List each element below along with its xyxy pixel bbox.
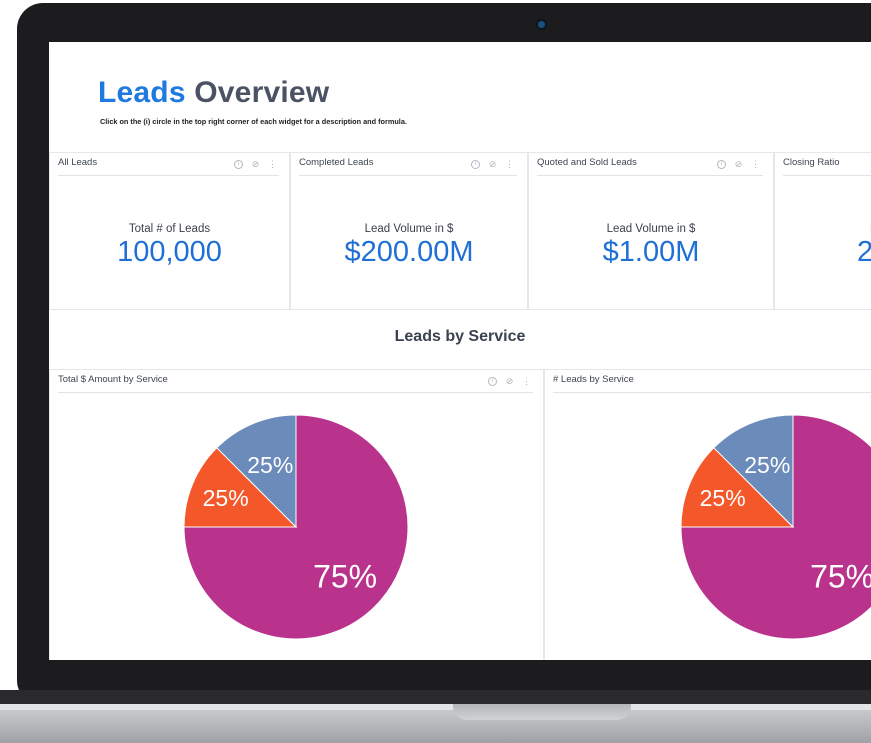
more-vertical-icon[interactable]: ⋮ [751, 159, 760, 169]
widget-all-leads: All Leads i ⊘ ⋮ Total # of Leads 100,000 [49, 152, 290, 310]
widget-toolbar: i ⊘ ⋮ [234, 153, 277, 175]
widget-leads-by-service: # Leads by Service 75% 25% 25% [544, 369, 871, 660]
more-vertical-icon[interactable]: ⋮ [522, 376, 531, 386]
laptop-base-edge [0, 704, 871, 710]
widget-title: Quoted and Sold Leads [537, 157, 637, 168]
widget-title: Total $ Amount by Service [58, 374, 168, 385]
widget-header: Total $ Amount by Service [58, 370, 533, 393]
paperclip-icon[interactable]: ⊘ [488, 159, 497, 169]
webcam [538, 21, 545, 28]
info-circle-icon[interactable]: i [488, 376, 497, 386]
laptop-notch [453, 704, 631, 720]
widget-title: Completed Leads [299, 157, 374, 168]
pie-chart: 75% 25% 25% [183, 414, 409, 640]
dashboard-screen: Leads Overview Click on the (i) circle i… [49, 42, 871, 660]
widget-title: All Leads [58, 157, 98, 168]
more-vertical-icon[interactable]: ⋮ [268, 159, 277, 169]
info-circle-icon[interactable]: i [471, 159, 480, 169]
kpi-label: Total # of Leads [128, 223, 211, 235]
widget-closing-ratio: Closing Ratio Le 2 [774, 152, 871, 310]
page-title-accent: Leads [98, 76, 186, 109]
widget-toolbar: i ⊘ ⋮ [488, 370, 531, 392]
pie-slice-label: 75% [313, 558, 377, 594]
widget-header: # Leads by Service [553, 370, 871, 393]
widget-quoted-sold-leads: Quoted and Sold Leads i ⊘ ⋮ Lead Volume … [528, 152, 774, 310]
widget-title: # Leads by Service [553, 374, 634, 385]
info-circle-icon[interactable]: i [717, 159, 726, 169]
pie-slice-label: 25% [744, 452, 790, 478]
widget-toolbar: i ⊘ ⋮ [717, 153, 760, 175]
widget-toolbar: i ⊘ ⋮ [471, 153, 514, 175]
pie-slice-label: 25% [247, 452, 293, 478]
page-subtitle: Click on the (i) circle in the top right… [100, 117, 407, 126]
laptop-hinge [0, 690, 871, 704]
kpi-label: Lead Volume in $ [606, 223, 696, 235]
pie-slice-label: 25% [203, 485, 249, 511]
pie-chart: 75% 25% 25% [680, 414, 871, 640]
laptop-frame: Leads Overview Click on the (i) circle i… [0, 0, 871, 743]
more-vertical-icon[interactable]: ⋮ [505, 159, 514, 169]
widget-total-amount-by-service: Total $ Amount by Service i ⊘ ⋮ 75% 25% 25… [49, 369, 544, 660]
kpi-value: 2 [857, 236, 871, 268]
info-circle-icon[interactable]: i [234, 159, 243, 169]
paperclip-icon[interactable]: ⊘ [505, 376, 514, 386]
page-title: Leads Overview [98, 76, 329, 110]
widget-completed-leads: Completed Leads i ⊘ ⋮ Lead Volume in $ $… [290, 152, 528, 310]
section-title: Leads by Service [394, 328, 526, 345]
kpi-value: $200.00M [344, 236, 474, 268]
pie-slice-label: 75% [810, 558, 871, 594]
pie-slice-label: 25% [700, 485, 746, 511]
kpi-value: 100,000 [117, 236, 222, 268]
paperclip-icon[interactable]: ⊘ [734, 159, 743, 169]
paperclip-icon[interactable]: ⊘ [251, 159, 260, 169]
widget-header: Closing Ratio [783, 153, 871, 176]
kpi-value: $1.00M [602, 236, 700, 268]
widget-title: Closing Ratio [783, 157, 840, 168]
page-title-rest: Overview [194, 76, 330, 109]
kpi-label: Lead Volume in $ [364, 223, 454, 235]
